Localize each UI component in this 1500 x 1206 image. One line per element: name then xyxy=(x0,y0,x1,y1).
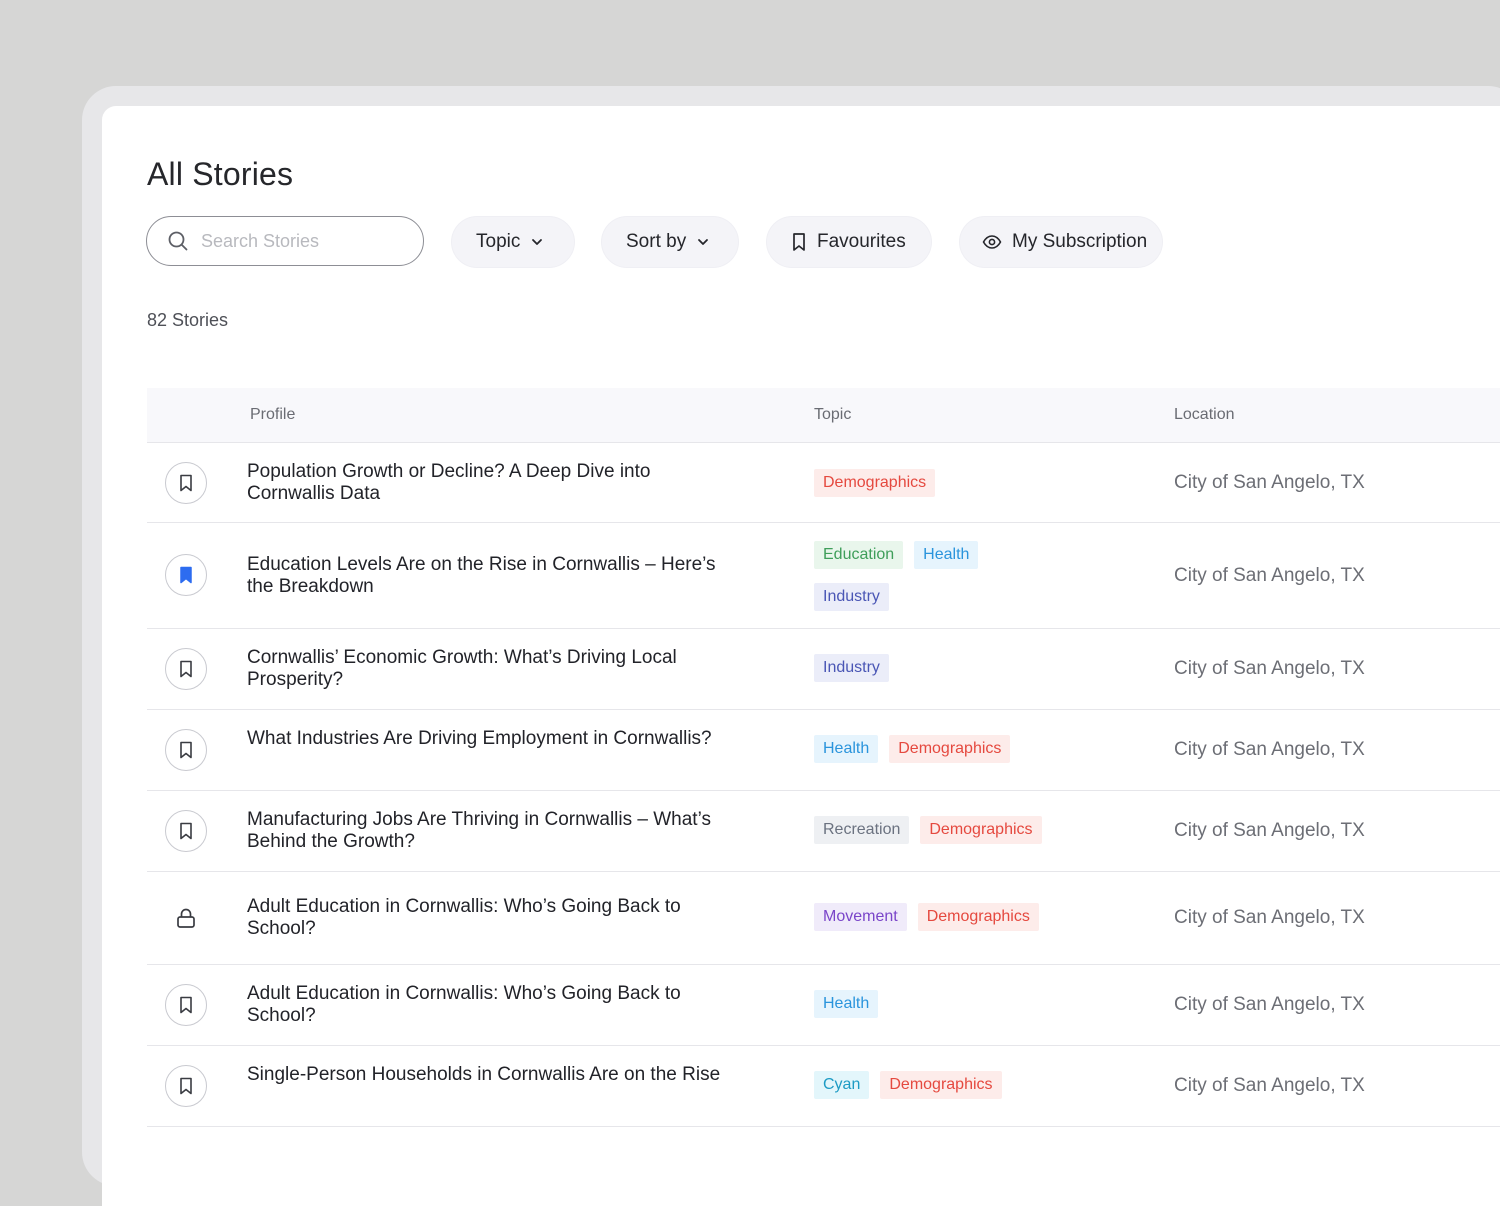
topic-tag[interactable]: Demographics xyxy=(814,469,936,497)
topic-tags: Health Demographics xyxy=(814,735,1114,763)
topic-tags: Recreation Demographics xyxy=(814,816,1114,844)
story-title[interactable]: Single-Person Households in Cornwallis A… xyxy=(247,1064,727,1086)
story-count: 82 Stories xyxy=(147,310,229,330)
chevron-down-icon xyxy=(698,239,709,245)
topic-tag[interactable]: Movement xyxy=(814,903,907,931)
table-row[interactable]: Cornwallis’ Economic Growth: What’s Driv… xyxy=(147,629,1500,710)
stories-table: Profile Topic Location Population Growth… xyxy=(147,388,1500,1127)
story-title[interactable]: What Industries Are Driving Employment i… xyxy=(247,728,727,750)
topic-tags: Demographics xyxy=(814,469,1114,497)
story-title[interactable]: Manufacturing Jobs Are Thriving in Cornw… xyxy=(247,809,727,853)
topic-tag[interactable]: Industry xyxy=(814,583,889,611)
lock-button[interactable] xyxy=(165,897,207,939)
header-location: Location xyxy=(1174,406,1235,423)
table-row[interactable]: Adult Education in Cornwallis: Who’s Goi… xyxy=(147,872,1500,965)
bookmark-toggle[interactable] xyxy=(165,462,207,504)
story-location: City of San Angelo, TX xyxy=(1174,907,1365,928)
bookmark-icon xyxy=(180,741,192,759)
search-input[interactable] xyxy=(199,229,413,253)
story-title[interactable]: Education Levels Are on the Rise in Corn… xyxy=(247,554,727,598)
topic-tags: Health xyxy=(814,990,1114,1018)
topic-dropdown-label: Topic xyxy=(476,231,521,252)
sort-dropdown-label: Sort by xyxy=(626,231,687,252)
story-location: City of San Angelo, TX xyxy=(1174,565,1365,586)
story-location: City of San Angelo, TX xyxy=(1174,994,1365,1015)
lock-icon xyxy=(177,908,195,928)
bookmark-toggle[interactable] xyxy=(165,984,207,1026)
topic-tag[interactable]: Demographics xyxy=(889,735,1011,763)
search-box[interactable] xyxy=(146,216,424,266)
story-location: City of San Angelo, TX xyxy=(1174,739,1365,760)
story-location: City of San Angelo, TX xyxy=(1174,820,1365,841)
favourites-label: Favourites xyxy=(817,231,906,252)
bookmark-icon xyxy=(180,996,192,1014)
topic-tags: Industry xyxy=(814,654,1114,682)
bookmark-toggle[interactable] xyxy=(165,1065,207,1107)
topic-tags: Movement Demographics xyxy=(814,903,1114,931)
table-header: Profile Topic Location xyxy=(147,388,1500,443)
header-topic: Topic xyxy=(814,406,852,423)
topic-tags: Education Health Industry xyxy=(814,541,1004,611)
story-title[interactable]: Population Growth or Decline? A Deep Div… xyxy=(247,461,727,505)
topic-tag[interactable]: Health xyxy=(814,735,879,763)
sort-dropdown[interactable]: Sort by xyxy=(602,217,738,267)
story-title[interactable]: Adult Education in Cornwallis: Who’s Goi… xyxy=(247,896,727,940)
header-profile: Profile xyxy=(250,406,296,423)
bookmark-icon xyxy=(180,1077,192,1095)
story-location: City of San Angelo, TX xyxy=(1174,1075,1365,1096)
topic-tag[interactable]: Education xyxy=(814,541,904,569)
topic-tag[interactable]: Demographics xyxy=(880,1071,1002,1099)
bookmark-icon xyxy=(180,822,192,840)
topic-tag[interactable]: Health xyxy=(914,541,979,569)
main-panel: All Stories Topic Sort by Favourites My … xyxy=(102,106,1500,1206)
topic-dropdown[interactable]: Topic xyxy=(452,217,574,267)
bookmark-toggle[interactable] xyxy=(165,810,207,852)
table-body: Population Growth or Decline? A Deep Div… xyxy=(147,443,1500,1127)
topic-tag[interactable]: Recreation xyxy=(814,816,910,844)
chevron-down-icon xyxy=(532,239,543,245)
story-title[interactable]: Cornwallis’ Economic Growth: What’s Driv… xyxy=(247,647,727,691)
table-row[interactable]: Population Growth or Decline? A Deep Div… xyxy=(147,443,1500,523)
bookmark-toggle[interactable] xyxy=(165,648,207,690)
subscription-button[interactable]: My Subscription xyxy=(960,217,1162,267)
bookmark-icon xyxy=(180,660,192,678)
topic-tag[interactable]: Industry xyxy=(814,654,889,682)
story-location: City of San Angelo, TX xyxy=(1174,472,1365,493)
table-row[interactable]: Manufacturing Jobs Are Thriving in Cornw… xyxy=(147,791,1500,872)
page-title: All Stories xyxy=(147,156,294,192)
bookmark-toggle[interactable] xyxy=(165,729,207,771)
bookmark-filled-icon xyxy=(180,566,192,584)
table-row[interactable]: Single-Person Households in Cornwallis A… xyxy=(147,1046,1500,1127)
subscription-label: My Subscription xyxy=(1012,231,1148,252)
table-row[interactable]: Adult Education in Cornwallis: Who’s Goi… xyxy=(147,965,1500,1046)
story-title[interactable]: Adult Education in Cornwallis: Who’s Goi… xyxy=(247,983,727,1027)
bookmark-icon xyxy=(793,233,805,251)
bookmark-toggle-active[interactable] xyxy=(165,554,207,596)
topic-tag[interactable]: Health xyxy=(814,990,879,1018)
search-icon xyxy=(168,231,188,251)
topic-tag[interactable]: Cyan xyxy=(814,1071,870,1099)
topic-tag[interactable]: Demographics xyxy=(917,903,1039,931)
favourites-button[interactable]: Favourites xyxy=(767,217,931,267)
table-row[interactable]: Education Levels Are on the Rise in Corn… xyxy=(147,523,1500,629)
topic-tag[interactable]: Demographics xyxy=(920,816,1042,844)
topic-tags: Cyan Demographics xyxy=(814,1071,1114,1099)
table-row[interactable]: What Industries Are Driving Employment i… xyxy=(147,710,1500,791)
eye-icon xyxy=(982,235,1002,249)
bookmark-icon xyxy=(180,474,192,492)
story-location: City of San Angelo, TX xyxy=(1174,658,1365,679)
